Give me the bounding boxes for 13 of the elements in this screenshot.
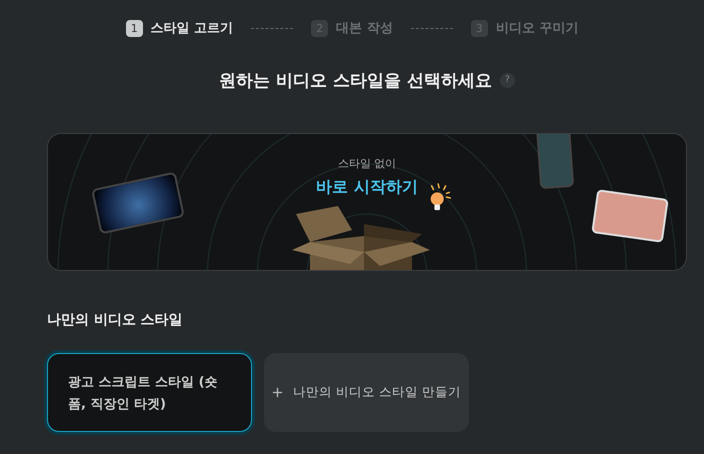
create-style-button[interactable]: 나만의 비디오 스타일 만들기 xyxy=(264,353,469,432)
style-card[interactable]: 광고 스크립트 스타일 (숏폼, 직장인 타겟) xyxy=(47,353,252,432)
section-title: 나만의 비디오 스타일 xyxy=(47,311,184,330)
step-label[interactable]: 스타일 고르기 xyxy=(150,19,234,37)
cardboard-box-icon xyxy=(292,206,432,270)
step-number: 1 xyxy=(126,20,143,36)
page-title: 원하는 비디오 스타일을 선택하세요 xyxy=(219,70,492,92)
start-banner[interactable]: 스타일 없이 바로 시작하기 xyxy=(47,133,687,271)
photo-placeholder xyxy=(536,134,574,190)
create-style-label: 나만의 비디오 스타일 만들기 xyxy=(293,384,461,401)
start-link[interactable]: 바로 시작하기 xyxy=(316,177,418,198)
banner-subtitle: 스타일 없이 xyxy=(338,156,396,171)
plus-icon xyxy=(272,387,284,398)
